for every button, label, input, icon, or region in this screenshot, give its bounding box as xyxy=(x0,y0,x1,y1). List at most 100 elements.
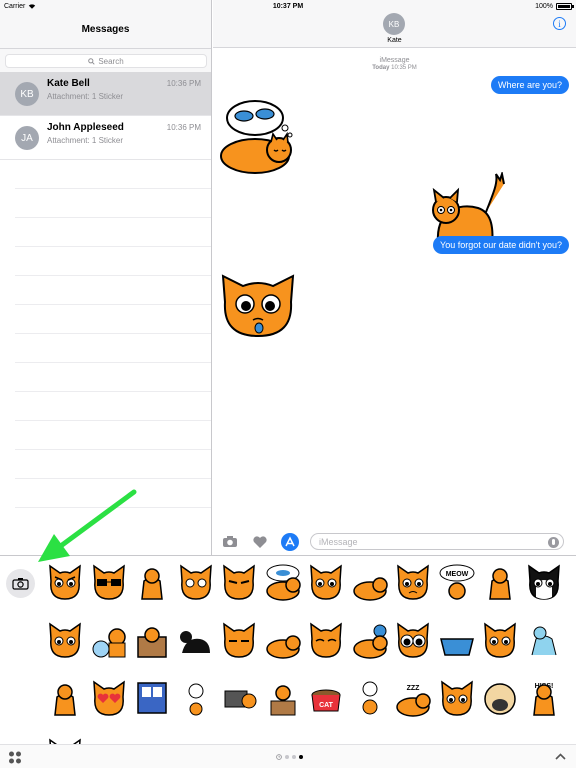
page-dot xyxy=(285,755,289,759)
svg-text:ZZZ: ZZZ xyxy=(407,685,421,692)
timestamp: Today 10:35 PM xyxy=(213,65,576,71)
dreaming-cat-sticker[interactable] xyxy=(263,563,303,603)
sitting-cat-sticker[interactable] xyxy=(480,563,520,603)
svg-text:CAT: CAT xyxy=(319,702,334,709)
unicorn-cat-sticker[interactable] xyxy=(524,621,564,661)
contact-name[interactable]: Kate xyxy=(213,37,576,44)
info-icon[interactable]: i xyxy=(553,17,566,30)
empty-row xyxy=(15,334,211,363)
empty-row xyxy=(15,247,211,276)
conversation-row-kate-bell[interactable]: KB Kate Bell Attachment: 1 Sticker 10:36… xyxy=(0,72,211,116)
battery-percent: 100% xyxy=(535,2,553,10)
conversation-row-john-appleseed[interactable]: JA John Appleseed Attachment: 1 Sticker … xyxy=(0,116,211,160)
heart-eyes-cat-sticker[interactable] xyxy=(176,563,216,603)
empty-row xyxy=(15,421,211,450)
speech-cat-sticker[interactable] xyxy=(350,679,390,719)
zzz-cat-sticker[interactable]: ZZZ xyxy=(393,679,433,719)
date-label: Today xyxy=(372,65,390,71)
input-placeholder: iMessage xyxy=(319,536,358,547)
yarn-cat-sticker[interactable] xyxy=(350,621,390,661)
smug-cat-sticker[interactable] xyxy=(219,621,259,661)
black-cat-sticker[interactable] xyxy=(176,621,216,661)
box-cat-sticker[interactable] xyxy=(132,621,172,661)
wide-eyes-cat-sticker[interactable] xyxy=(437,679,477,719)
empty-row xyxy=(15,189,211,218)
window-cat-sticker[interactable] xyxy=(132,679,172,719)
camera-icon[interactable] xyxy=(222,535,238,548)
cat-food-sticker[interactable]: CAT xyxy=(306,679,346,719)
recent-icon xyxy=(276,754,282,760)
shocked-cat-sticker[interactable] xyxy=(306,563,346,603)
empty-row xyxy=(15,392,211,421)
stretching-cat-sticker[interactable] xyxy=(45,679,85,719)
litter-box-sticker[interactable] xyxy=(437,621,477,661)
angry-cat-sticker[interactable] xyxy=(45,563,85,603)
contact-avatar[interactable]: KB xyxy=(383,13,405,35)
pug-sticker[interactable] xyxy=(480,679,520,719)
meow-cat-sticker[interactable]: MEOW xyxy=(437,563,477,603)
empty-row xyxy=(15,276,211,305)
search-icon xyxy=(88,57,95,65)
digital-touch-icon[interactable] xyxy=(252,535,268,549)
avatar: JA xyxy=(15,126,39,150)
box-sitting-cat-sticker[interactable] xyxy=(263,679,303,719)
skull-cat-sticker[interactable] xyxy=(176,679,216,719)
time-label: 10:35 PM xyxy=(391,65,417,71)
app-store-icon[interactable] xyxy=(281,533,299,551)
contact-name: Kate Bell xyxy=(47,78,90,89)
message-time: 10:36 PM xyxy=(166,79,201,88)
chevron-up-icon[interactable] xyxy=(555,753,566,760)
empty-row xyxy=(15,305,211,334)
empty-row xyxy=(15,160,211,189)
sad-cat-sticker[interactable] xyxy=(393,563,433,603)
conversation-pane: KB Kate i iMessage Today 10:35 PM Where … xyxy=(213,0,576,555)
message-preview: Attachment: 1 Sticker xyxy=(47,92,124,101)
sidebar-title: Messages xyxy=(81,24,130,35)
worried-cat-sticker[interactable] xyxy=(480,621,520,661)
empty-row xyxy=(15,218,211,247)
header-divider xyxy=(0,48,211,49)
message-bubble[interactable]: You forgot our date didn't you? xyxy=(433,236,569,254)
status-time: 10:37 PM xyxy=(272,2,304,10)
crying-cat-sticker[interactable] xyxy=(219,272,297,340)
star-eyes-cat-sticker[interactable] xyxy=(45,621,85,661)
microphone-icon[interactable] xyxy=(548,537,559,548)
standing-cat-sticker[interactable] xyxy=(132,563,172,603)
grumpy-cat-sticker[interactable] xyxy=(219,563,259,603)
sticker-drawer: MEOW CAT ZZZ HISS! xyxy=(0,555,576,768)
message-preview: Attachment: 1 Sticker xyxy=(47,136,124,145)
page-dot-active xyxy=(299,755,303,759)
empty-row xyxy=(15,479,211,508)
messages-app: Carrier 10:37 PM 100% Messages Search KB… xyxy=(0,0,576,768)
status-bar: Carrier 10:37 PM 100% xyxy=(0,0,576,12)
squint-cat-sticker[interactable] xyxy=(306,621,346,661)
search-field[interactable]: Search xyxy=(5,54,207,68)
big-eyes-cat-sticker[interactable] xyxy=(393,621,433,661)
search-placeholder: Search xyxy=(98,56,124,66)
message-input[interactable]: iMessage xyxy=(310,533,564,550)
laptop-cat-sticker[interactable] xyxy=(219,679,259,719)
love-cat-sticker[interactable] xyxy=(89,679,129,719)
contact-name: John Appleseed xyxy=(47,122,124,133)
message-bubble[interactable]: Where are you? xyxy=(490,76,569,94)
empty-row xyxy=(15,450,211,479)
sunglasses-cat-sticker[interactable] xyxy=(89,563,129,603)
curled-cat-sticker[interactable] xyxy=(350,563,390,603)
fishbowl-cat-sticker[interactable] xyxy=(89,621,129,661)
empty-row xyxy=(15,363,211,392)
black-white-cat-sticker[interactable] xyxy=(524,563,564,603)
sticker-camera-button[interactable] xyxy=(6,569,35,598)
sleeping-cat-sticker[interactable] xyxy=(263,621,303,661)
page-indicator[interactable] xyxy=(276,754,303,760)
compose-bar: iMessage xyxy=(213,528,576,555)
sleeping-cat-sticker[interactable] xyxy=(219,98,297,176)
wifi-icon xyxy=(29,4,36,9)
battery-icon xyxy=(556,2,574,10)
service-label: iMessage xyxy=(379,57,410,64)
app-grid-icon[interactable] xyxy=(8,751,23,764)
hiss-cat-sticker[interactable]: HISS! xyxy=(524,679,564,719)
drawer-bottom-bar xyxy=(0,744,576,768)
carrier-label: Carrier xyxy=(4,2,26,10)
avatar: KB xyxy=(15,82,39,106)
svg-text:MEOW: MEOW xyxy=(445,571,468,578)
